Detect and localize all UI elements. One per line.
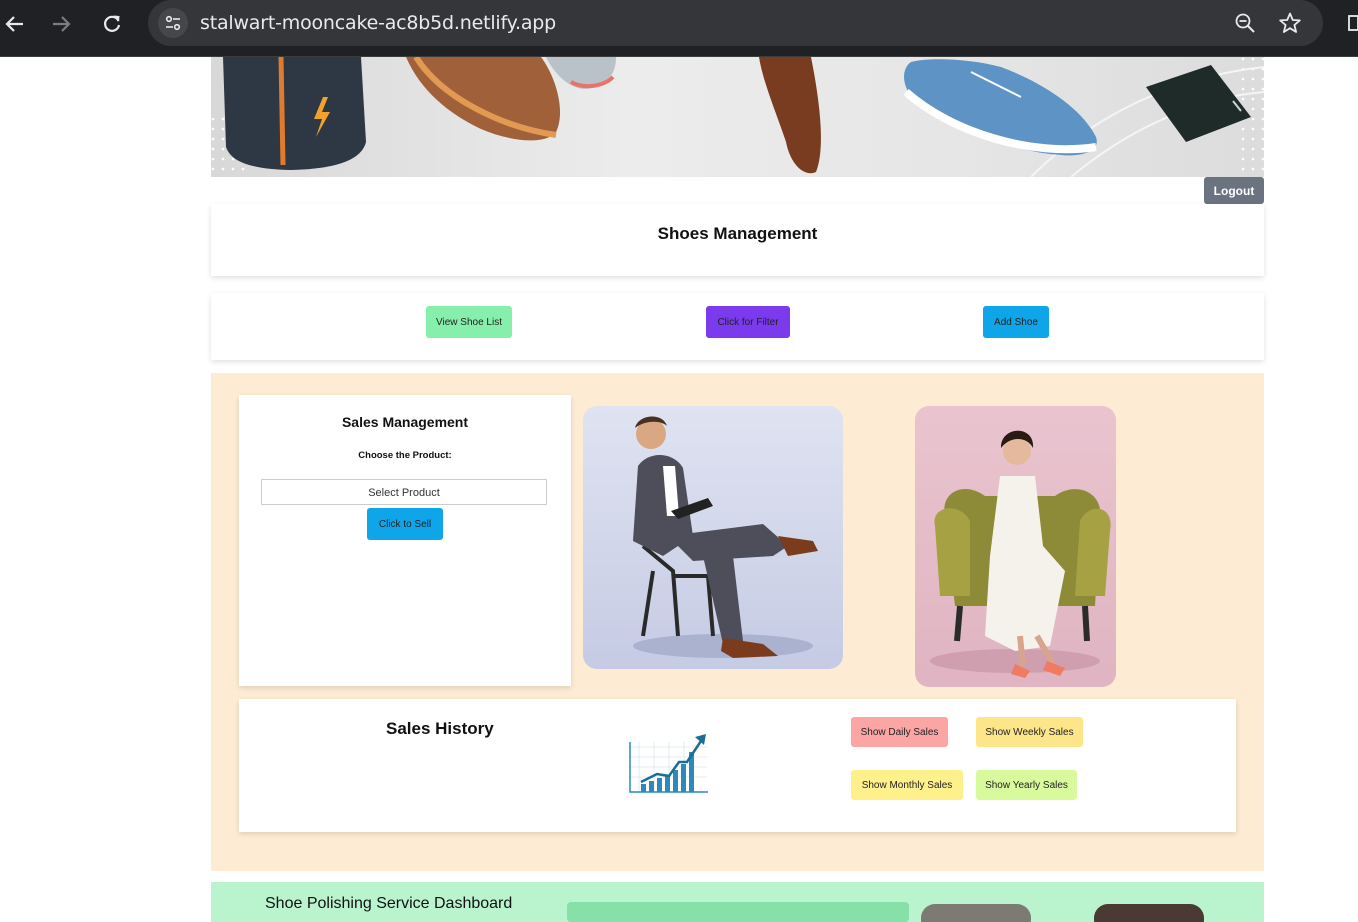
hero-banner — [211, 57, 1264, 177]
shoe-actions-bar: View Shoe List Click for Filter Add Shoe — [211, 293, 1264, 360]
zoom-out-icon[interactable] — [1232, 10, 1258, 36]
forward-arrow-icon[interactable] — [46, 9, 76, 39]
hero-products-image — [211, 57, 1264, 177]
polishing-section: Shoe Polishing Service Dashboard — [211, 882, 1264, 922]
polishing-photo-2 — [1094, 904, 1204, 922]
filter-button[interactable]: Click for Filter — [706, 306, 790, 338]
man-seated-photo — [583, 406, 843, 669]
shoes-management-header: Shoes Management — [211, 204, 1264, 276]
polishing-dashboard-title: Shoe Polishing Service Dashboard — [265, 895, 513, 912]
show-weekly-sales-button[interactable]: Show Weekly Sales — [976, 717, 1083, 747]
logout-button[interactable]: Logout — [1204, 177, 1264, 204]
add-shoe-button[interactable]: Add Shoe — [983, 306, 1049, 338]
bookmark-star-icon[interactable] — [1277, 10, 1303, 36]
product-select[interactable]: Select Product — [261, 479, 547, 505]
show-yearly-sales-button[interactable]: Show Yearly Sales — [976, 770, 1077, 800]
choose-product-label: Choose the Product: — [358, 450, 452, 461]
url-text[interactable]: stalwart-mooncake-ac8b5d.netlify.app — [200, 12, 556, 34]
show-daily-sales-button[interactable]: Show Daily Sales — [851, 717, 948, 747]
sales-management-card: Sales Management Choose the Product: Sel… — [239, 395, 571, 686]
show-monthly-sales-button[interactable]: Show Monthly Sales — [851, 770, 963, 800]
browser-toolbar: stalwart-mooncake-ac8b5d.netlify.app — [0, 0, 1358, 57]
page-title: Shoes Management — [657, 224, 818, 243]
growth-chart-icon — [629, 732, 709, 794]
extensions-icon[interactable] — [1348, 14, 1358, 32]
sales-history-title: Sales History — [386, 719, 494, 738]
woman-seated-photo — [915, 406, 1116, 687]
sales-management-title: Sales Management — [341, 414, 469, 430]
sales-history-card: Sales History Show Daily Sales Show Week… — [239, 699, 1236, 832]
view-shoe-list-button[interactable]: View Shoe List — [426, 306, 512, 338]
back-arrow-icon[interactable] — [0, 9, 30, 39]
sales-section: Sales Management Choose the Product: Sel… — [211, 373, 1264, 871]
sell-button[interactable]: Click to Sell — [367, 508, 443, 540]
address-bar[interactable]: stalwart-mooncake-ac8b5d.netlify.app — [148, 0, 1323, 46]
polishing-photo-1 — [921, 904, 1031, 922]
polishing-panel — [567, 902, 909, 922]
reload-icon[interactable] — [97, 9, 127, 39]
page-content: Logout Shoes Management View Shoe List C… — [0, 57, 1358, 922]
site-info-icon[interactable] — [158, 8, 188, 38]
